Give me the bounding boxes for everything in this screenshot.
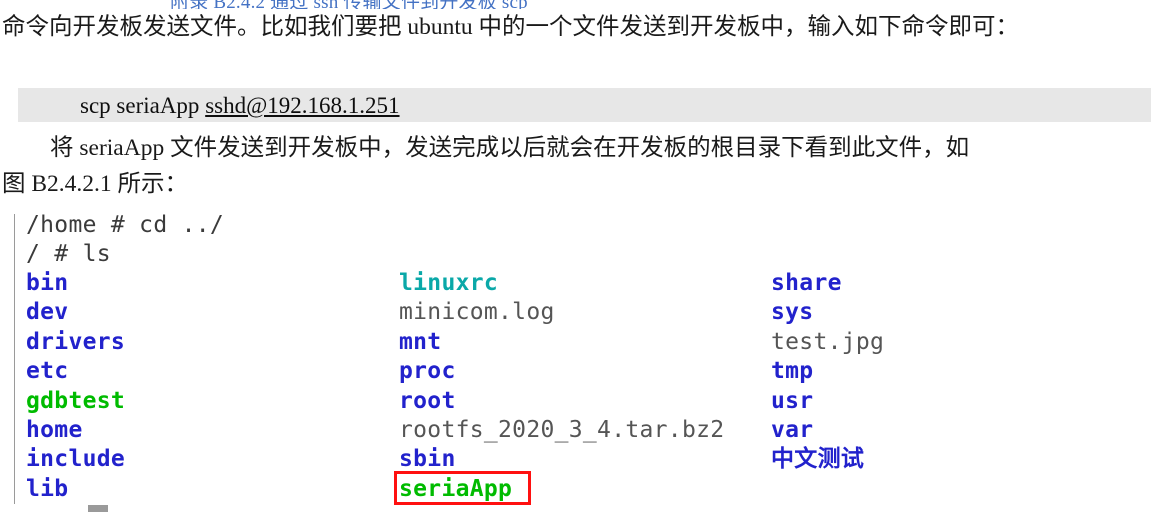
command-code-box: scp seriaApp sshd@192.168.1.251: [18, 88, 1151, 122]
file-entry: lib: [26, 475, 69, 502]
file-entry: tmp: [771, 358, 814, 385]
paragraph-2-line-2: 图 B2.4.2.1 所示：: [2, 171, 189, 197]
terminal-listing-row: drivers mnt test.jpg: [0, 328, 1169, 360]
terminal-listing-row: lib seriaApp: [0, 475, 1169, 507]
terminal-cursor: [88, 505, 108, 512]
terminal-listing-row: gdbtest root usr: [0, 387, 1169, 419]
file-entry: var: [771, 417, 814, 443]
paragraph-2-block: 将 seriaApp 文件发送到开发板中，发送完成以后就会在开发板的根目录下看到…: [0, 130, 1169, 202]
file-entry: gdbtest: [26, 387, 126, 414]
clipped-heading-region: 附录 B2.4.2 通过 ssh 传输文件到开发板 scp: [0, 0, 1169, 9]
file-entry: proc: [399, 358, 456, 385]
file-entry: sys: [771, 299, 814, 326]
file-entry: test.jpg: [771, 328, 885, 355]
terminal-listing-row: include sbin 中文测试: [0, 448, 1169, 477]
document-prose: 命令向开发板发送文件。比如我们要把 ubuntu 中的一个文件发送到开发板中，输…: [0, 9, 1169, 45]
file-entry: mnt: [399, 328, 442, 355]
file-entry-highlighted: seriaApp: [399, 475, 513, 502]
file-entry: root: [399, 387, 456, 414]
command-line: scp seriaApp sshd@192.168.1.251: [80, 91, 400, 121]
file-entry: home: [26, 417, 83, 443]
file-entry: share: [771, 270, 842, 296]
file-entry: bin: [26, 270, 69, 296]
file-entry: include: [26, 446, 126, 473]
section-heading-text: 附录 B2.4.2 通过 ssh 传输文件到开发板 scp: [170, 0, 528, 9]
command-hyperlink[interactable]: sshd@192.168.1.251: [205, 93, 399, 118]
file-entry: sbin: [399, 446, 456, 473]
file-entry: drivers: [26, 328, 126, 355]
file-entry: dev: [26, 299, 69, 326]
terminal-output-figure: /home # cd ../ / # ls bin linuxrc share …: [0, 212, 1169, 517]
file-entry: usr: [771, 387, 814, 414]
terminal-listing-row: bin linuxrc share: [0, 272, 1169, 301]
paragraph-1: 命令向开发板发送文件。比如我们要把 ubuntu 中的一个文件发送到开发板中，输…: [2, 14, 1020, 40]
terminal-listing-row: home rootfs_2020_3_4.tar.bz2 var: [0, 419, 1169, 448]
file-entry: 中文测试: [771, 446, 865, 473]
terminal-listing-row: etc proc tmp: [0, 360, 1169, 389]
file-entry: etc: [26, 358, 69, 385]
file-entry: linuxrc: [399, 270, 499, 296]
paragraph-2-text-line1: 将 seriaApp 文件发送到开发板中，发送完成以后就会在开发板的根目录下看到…: [50, 135, 970, 161]
file-entry: minicom.log: [399, 299, 555, 326]
file-entry: rootfs_2020_3_4.tar.bz2: [399, 417, 725, 443]
command-text: scp seriaApp: [80, 93, 206, 118]
terminal-listing-row: dev minicom.log sys: [0, 301, 1169, 330]
terminal-prompt-line-1: /home # cd ../: [26, 212, 225, 238]
paragraph-2-line-1: 将 seriaApp 文件发送到开发板中，发送完成以后就会在开发板的根目录下看到…: [0, 130, 1169, 166]
terminal-prompt-line-2: / # ls: [26, 241, 111, 267]
